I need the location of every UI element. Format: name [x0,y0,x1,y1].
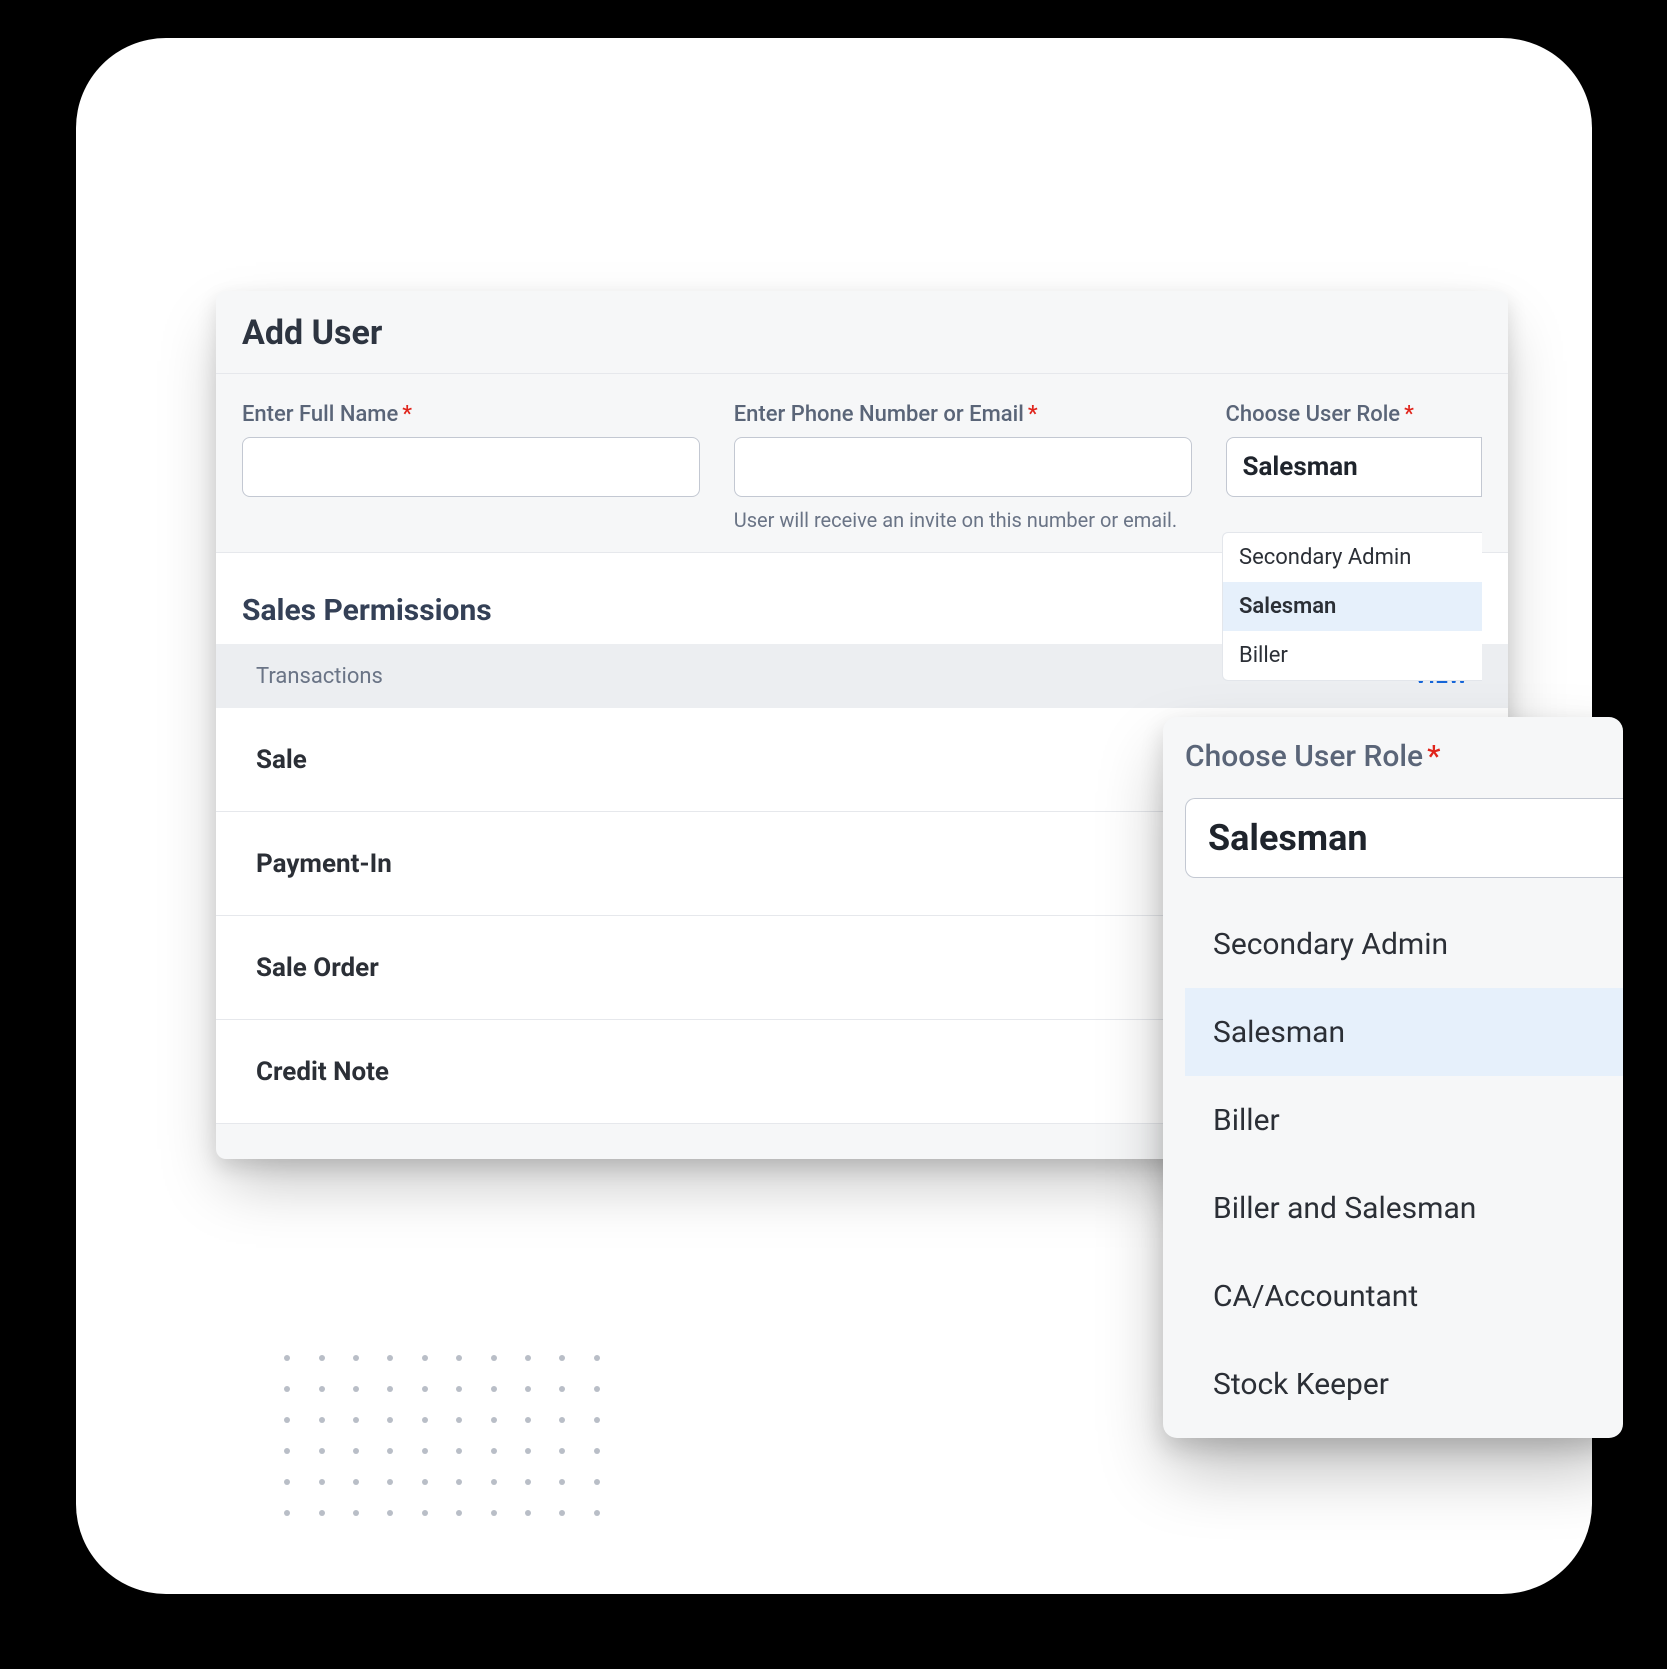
phone-field: Enter Phone Number or Email* User will r… [734,402,1192,534]
role-popover-label: Choose User Role* [1185,739,1623,774]
required-asterisk: * [1404,402,1414,427]
required-asterisk: * [1028,402,1038,427]
role-popover-option[interactable]: Secondary Admin [1185,900,1623,988]
role-popover-select[interactable]: Salesman [1185,798,1623,878]
fullname-input[interactable] [242,437,700,497]
fullname-label: Enter Full Name* [242,402,700,427]
permissions-row-label: Sale Order [256,953,379,983]
role-popover-option[interactable]: CA/Accountant [1185,1252,1623,1340]
role-label-back: Choose User Role* [1226,402,1483,427]
phone-label-text: Enter Phone Number or Email [734,402,1024,427]
role-label-back-text: Choose User Role [1226,402,1401,427]
fullname-label-text: Enter Full Name [242,402,398,427]
phone-help-text: User will receive an invite on this numb… [734,507,1192,534]
role-select-back-value: Salesman [1243,452,1358,482]
page-title: Add User [216,291,1508,373]
role-popover: Choose User Role* Salesman Secondary Adm… [1163,717,1623,1438]
required-asterisk: * [1427,739,1440,774]
phone-label: Enter Phone Number or Email* [734,402,1192,427]
permissions-row-label: Payment-In [256,849,392,879]
role-option-back[interactable]: Secondary Admin [1223,533,1482,582]
permissions-row-label: Credit Note [256,1057,389,1087]
role-popover-label-text: Choose User Role [1185,739,1423,774]
role-popover-select-value: Salesman [1208,817,1368,859]
role-popover-list: Secondary AdminSalesmanBillerBiller and … [1185,900,1623,1428]
role-popover-option[interactable]: Biller and Salesman [1185,1164,1623,1252]
role-popover-option[interactable]: Biller [1185,1076,1623,1164]
permissions-row-label: Sale [256,745,307,775]
fullname-field: Enter Full Name* [242,402,700,534]
required-asterisk: * [402,402,412,427]
role-option-back[interactable]: Salesman [1223,582,1482,631]
role-popover-option[interactable]: Salesman [1185,988,1623,1076]
role-option-back[interactable]: Biller [1223,631,1482,680]
dot-grid [270,1342,614,1528]
role-popover-option[interactable]: Stock Keeper [1185,1340,1623,1428]
phone-input[interactable] [734,437,1192,497]
stage: Add User Enter Full Name* Enter Phone Nu… [76,38,1592,1594]
form-row: Enter Full Name* Enter Phone Number or E… [216,374,1508,552]
role-dropdown-back: Secondary Admin Salesman Biller [1222,532,1482,681]
role-select-back[interactable]: Salesman [1226,437,1483,497]
col-transactions: Transactions [256,664,383,689]
role-field-back: Choose User Role* Salesman Secondary Adm… [1226,402,1483,534]
